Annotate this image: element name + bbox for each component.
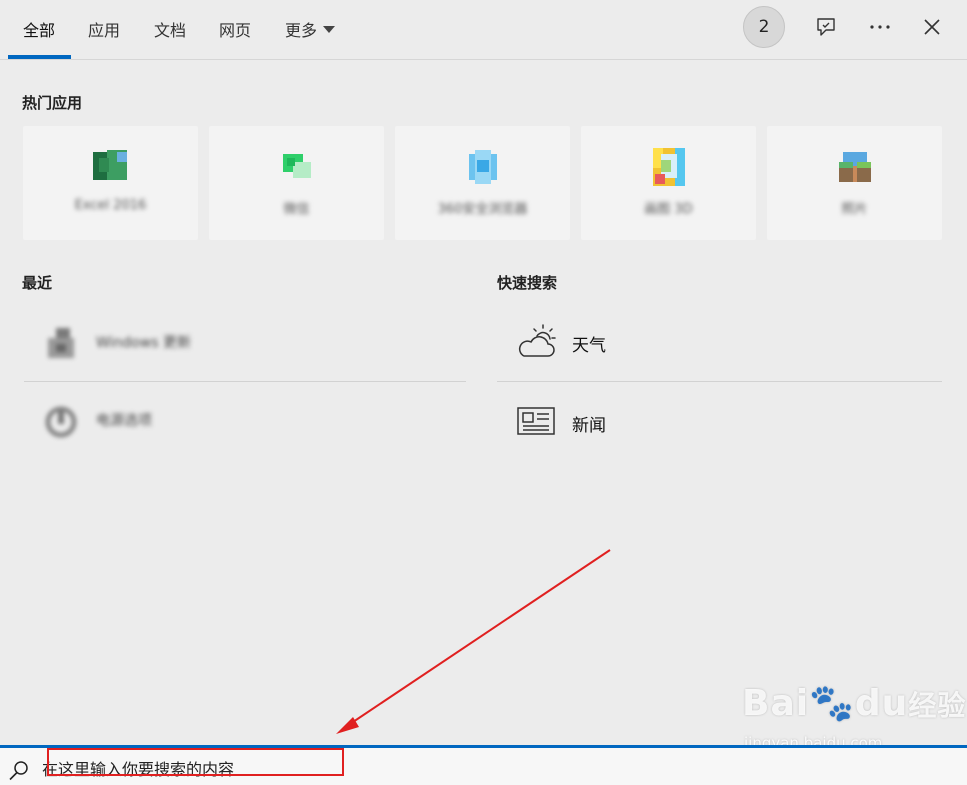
app-tile-label: 照片 (841, 202, 868, 217)
app-tile[interactable]: 360安全浏览器 (395, 126, 570, 240)
browser-icon (469, 150, 497, 184)
recent-divider (24, 381, 466, 382)
search-input[interactable] (36, 755, 648, 783)
quick-search-label: 新闻 (572, 416, 606, 436)
feedback-icon[interactable] (814, 15, 838, 39)
tab-documents[interactable]: 文档 (154, 17, 186, 41)
quick-search-divider (497, 381, 942, 382)
quick-search-label: 天气 (572, 336, 606, 356)
watermark-brand: Bai🐾du经验 (742, 682, 966, 724)
wechat-icon (283, 154, 311, 178)
search-bar (0, 745, 967, 785)
app-tile-label: 微信 (283, 202, 310, 217)
chevron-down-icon (323, 26, 336, 33)
quick-search-weather[interactable]: 天气 (497, 306, 942, 378)
top-apps-title: 热门应用 (22, 94, 83, 112)
recent-item[interactable]: 电源选项 (24, 386, 466, 458)
photos-icon (839, 152, 871, 182)
app-tile[interactable]: 微信 (209, 126, 384, 240)
watermark-brand-part2: du (854, 683, 909, 724)
header-divider (0, 59, 967, 60)
tab-all[interactable]: 全部 (23, 17, 55, 41)
search-panel-header: 全部 应用 文档 网页 更多 2 (0, 0, 967, 60)
close-icon[interactable] (920, 15, 944, 39)
recent-title: 最近 (22, 274, 53, 292)
search-icon (9, 761, 28, 781)
quick-search-title: 快速搜索 (497, 274, 558, 292)
app-tile[interactable]: 画图 3D (581, 126, 756, 240)
app-tile-label: 画图 3D (644, 202, 693, 217)
power-icon (45, 406, 77, 438)
settings-icon (48, 328, 74, 358)
tab-more[interactable]: 更多 (285, 17, 336, 41)
news-icon (517, 407, 555, 435)
app-tile-label: Excel 2016 (74, 198, 147, 213)
rewards-badge[interactable]: 2 (743, 6, 785, 48)
paint-icon (653, 148, 685, 186)
quick-search-news[interactable]: 新闻 (497, 386, 942, 458)
watermark-brand-part1: Bai (742, 683, 810, 724)
watermark-cn: 经验 (908, 689, 967, 722)
app-tile[interactable]: Excel 2016 (23, 126, 198, 240)
tab-more-label: 更多 (285, 21, 318, 40)
weather-icon (518, 324, 556, 357)
tab-apps[interactable]: 应用 (88, 17, 120, 41)
recent-item[interactable]: Windows 更新 (24, 308, 466, 380)
tab-web[interactable]: 网页 (219, 17, 251, 41)
recent-item-label: 电源选项 (96, 413, 152, 429)
paw-icon: 🐾 (809, 683, 855, 724)
recent-item-label: Windows 更新 (96, 335, 191, 351)
app-tile-label: 360安全浏览器 (437, 202, 528, 217)
excel-icon (93, 150, 127, 180)
ellipsis-icon[interactable] (868, 15, 892, 39)
app-tile[interactable]: 照片 (767, 126, 942, 240)
